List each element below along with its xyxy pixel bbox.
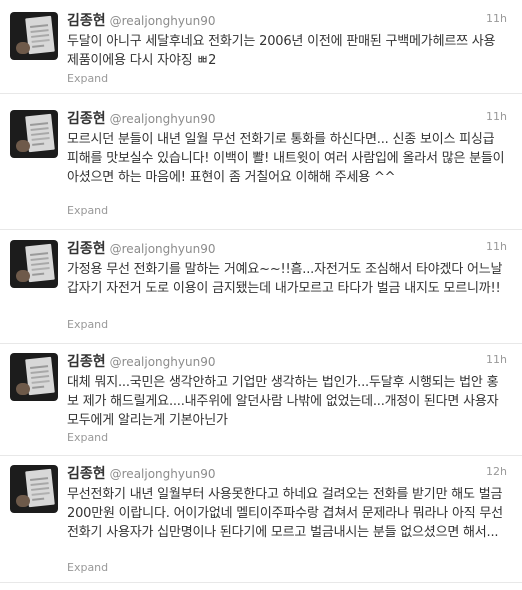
avatar-hand (16, 270, 30, 282)
user-name[interactable]: 김종현 (67, 354, 106, 370)
avatar[interactable] (10, 465, 58, 513)
tweet-header: 김종현 @realjonghyun90 11h (67, 238, 507, 257)
tweet-item[interactable]: 김종현 @realjonghyun90 11h 모르시던 분들이 내년 일월 무선… (0, 108, 522, 230)
avatar-hand (16, 140, 30, 152)
tweet-header: 김종현 @realjonghyun90 11h (67, 10, 507, 29)
tweet-time[interactable]: 11h (486, 353, 507, 366)
user-name[interactable]: 김종현 (67, 13, 106, 29)
tweet-time[interactable]: 11h (486, 240, 507, 253)
avatar[interactable] (10, 12, 58, 60)
tweet-header: 김종현 @realjonghyun90 12h (67, 463, 507, 482)
user-name[interactable]: 김종현 (67, 111, 106, 127)
tweet-text: 두달이 아니구 세달후네요 전화기는 2006년 이전에 판매된 구백메가헤르쯔… (67, 34, 496, 68)
user-name[interactable]: 김종현 (67, 241, 106, 257)
avatar[interactable] (10, 240, 58, 288)
tweet-item[interactable]: 김종현 @realjonghyun90 12h 무선전화기 내년 일월부터 사용못… (0, 463, 522, 583)
avatar-hand (16, 495, 30, 507)
tweet-header: 김종현 @realjonghyun90 11h (67, 108, 507, 127)
avatar[interactable] (10, 110, 58, 158)
avatar[interactable] (10, 353, 58, 401)
user-name[interactable]: 김종현 (67, 466, 106, 482)
tweet-time[interactable]: 11h (486, 12, 507, 25)
tweet-time[interactable]: 11h (486, 110, 507, 123)
expand-link[interactable]: Expand (67, 72, 108, 85)
user-handle[interactable]: @realjonghyun90 (110, 467, 216, 481)
tweet-text: 가정용 무선 전화기를 말하는 거예요~~!!흠...자전거도 조심해서 타야겠… (67, 262, 503, 296)
tweet-item[interactable]: 김종현 @realjonghyun90 11h 두달이 아니구 세달후네요 전화기… (0, 10, 522, 94)
expand-link[interactable]: Expand (67, 204, 108, 217)
user-handle[interactable]: @realjonghyun90 (110, 112, 216, 126)
user-handle[interactable]: @realjonghyun90 (110, 242, 216, 256)
tweet-timeline: 김종현 @realjonghyun90 11h 두달이 아니구 세달후네요 전화기… (0, 0, 522, 590)
tweet-item[interactable]: 김종현 @realjonghyun90 11h 대체 뭐지...국민은 생각안하고… (0, 351, 522, 456)
expand-link[interactable]: Expand (67, 318, 108, 331)
tweet-header: 김종현 @realjonghyun90 11h (67, 351, 507, 370)
avatar-hand (16, 383, 30, 395)
tweet-text: 무선전화기 내년 일월부터 사용못한다고 하네요 걸려오는 전화를 받기만 해도… (67, 487, 503, 540)
avatar-hand (16, 42, 30, 54)
user-handle[interactable]: @realjonghyun90 (110, 14, 216, 28)
tweet-item[interactable]: 김종현 @realjonghyun90 11h 가정용 무선 전화기를 말하는 거… (0, 238, 522, 344)
expand-link[interactable]: Expand (67, 561, 108, 574)
tweet-text: 모르시던 분들이 내년 일월 무선 전화기로 통화를 하신다면... 신종 보이… (67, 132, 505, 185)
tweet-text: 대체 뭐지...국민은 생각안하고 기업만 생각하는 법인가...두달후 시행되… (67, 375, 499, 428)
tweet-time[interactable]: 12h (486, 465, 507, 478)
user-handle[interactable]: @realjonghyun90 (110, 355, 216, 369)
expand-link[interactable]: Expand (67, 431, 108, 444)
